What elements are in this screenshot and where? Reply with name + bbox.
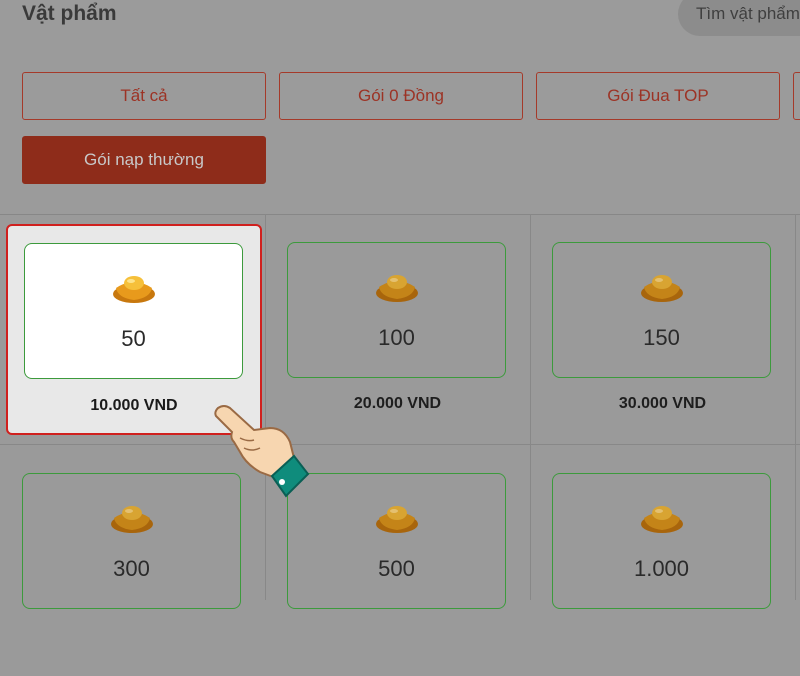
filter-bar: Tất cả Gói 0 Đồng Gói Đua TOP Gói nạp th…: [0, 52, 800, 215]
item-box: 50: [24, 243, 243, 379]
search-input[interactable]: Tìm vật phẩm: [678, 0, 800, 36]
grid-divider: [795, 214, 796, 600]
filter-free-pack-button[interactable]: Gói 0 Đồng: [279, 72, 523, 120]
item-box: 100: [287, 242, 506, 378]
item-card-150[interactable]: 150 30.000 VND: [530, 214, 795, 445]
item-amount: 300: [113, 556, 150, 581]
filter-all-button[interactable]: Tất cả: [22, 72, 266, 120]
item-box: 500: [287, 473, 506, 609]
item-box: 300: [22, 473, 241, 609]
item-price: 30.000 VND: [618, 395, 707, 412]
item-card-1000[interactable]: 1.000: [530, 445, 795, 676]
item-box: 1.000: [552, 473, 771, 609]
gold-ingot-icon: [376, 275, 418, 302]
header: Vật phẩm Tìm vật phẩm: [0, 0, 800, 53]
item-amount: 500: [378, 556, 415, 581]
item-box: 150: [552, 242, 771, 378]
gold-ingot-icon: [113, 276, 155, 303]
filter-more-button[interactable]: [793, 72, 800, 120]
gold-ingot-icon: [641, 275, 683, 302]
pointing-hand-icon: [214, 405, 310, 498]
gold-ingot-icon: [376, 506, 418, 533]
item-amount: 1.000: [633, 556, 690, 581]
item-amount: 150: [643, 325, 680, 350]
page-title: Vật phẩm: [22, 2, 117, 25]
filter-top-race-button[interactable]: Gói Đua TOP: [536, 72, 780, 120]
item-amount: 50: [121, 326, 146, 351]
gold-ingot-icon: [641, 506, 683, 533]
gold-ingot-icon: [111, 506, 153, 533]
item-amount: 100: [378, 325, 415, 350]
filter-regular-topup-button[interactable]: Gói nạp thường: [22, 136, 266, 184]
